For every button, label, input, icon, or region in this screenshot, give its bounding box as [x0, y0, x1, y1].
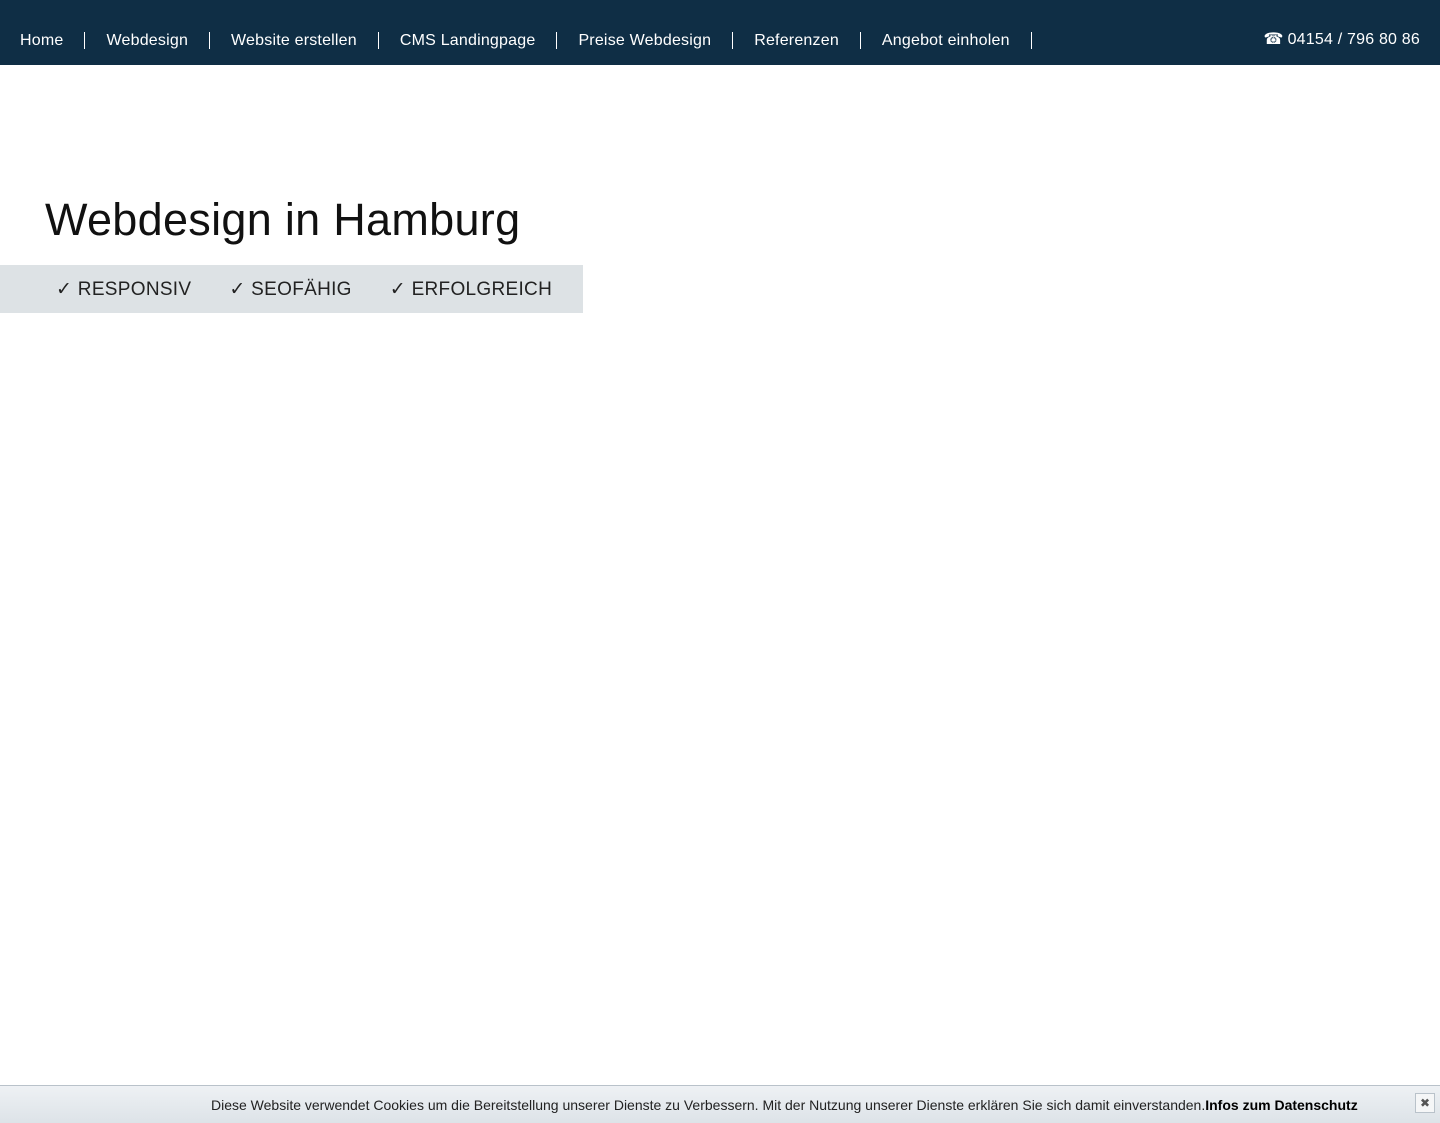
top-navigation-bar: Home Webdesign Website erstellen CMS Lan…: [0, 0, 1440, 65]
feature-bar: ✓ RESPONSIV ✓ SEOFÄHIG ✓ ERFOLGREICH: [0, 265, 583, 313]
phone-number-link[interactable]: ☎ 04154 / 796 80 86: [1263, 29, 1420, 49]
cookie-notice: Diese Website verwendet Cookies um die B…: [211, 1097, 1358, 1113]
main-menu: Home Webdesign Website erstellen CMS Lan…: [0, 28, 1032, 53]
nav-item-referenzen[interactable]: Referenzen: [733, 32, 861, 49]
feature-seo: ✓ SEOFÄHIG: [229, 278, 352, 300]
privacy-info-link[interactable]: Infos zum Datenschutz: [1205, 1097, 1357, 1113]
feature-successful: ✓ ERFOLGREICH: [389, 278, 553, 300]
telephone-icon: ☎: [1263, 31, 1284, 48]
page-title: Webdesign in Hamburg: [45, 194, 521, 245]
cookie-message: Diese Website verwendet Cookies um die B…: [211, 1097, 1206, 1113]
feature-responsive: ✓ RESPONSIV: [56, 278, 192, 300]
cookie-banner: Diese Website verwendet Cookies um die B…: [0, 1085, 1440, 1123]
nav-item-webdesign[interactable]: Webdesign: [85, 32, 211, 49]
close-icon[interactable]: ✖: [1415, 1093, 1435, 1113]
nav-item-home[interactable]: Home: [0, 32, 86, 49]
phone-number: 04154 / 796 80 86: [1287, 31, 1420, 48]
nav-item-website-erstellen[interactable]: Website erstellen: [210, 32, 379, 49]
nav-item-angebot-einholen[interactable]: Angebot einholen: [861, 32, 1032, 49]
nav-item-cms-landingpage[interactable]: CMS Landingpage: [379, 32, 558, 49]
nav-item-preise-webdesign[interactable]: Preise Webdesign: [557, 32, 734, 49]
